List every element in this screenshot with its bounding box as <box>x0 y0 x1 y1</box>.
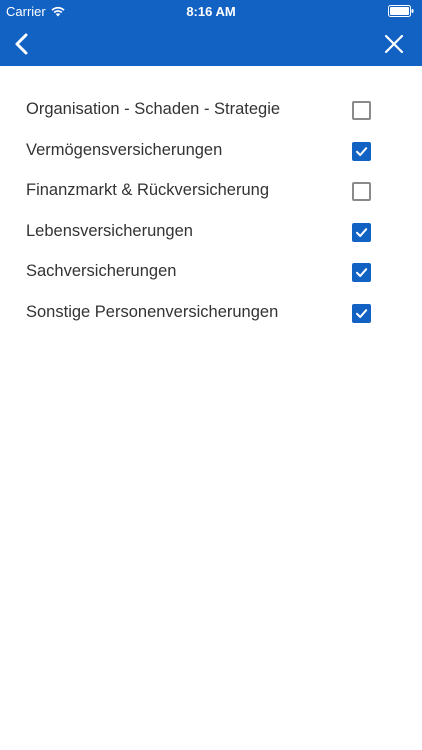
close-icon <box>384 34 404 54</box>
category-label: Finanzmarkt & Rückversicherung <box>26 181 270 199</box>
status-bar: Carrier 8:16 AM <box>0 0 422 22</box>
category-label: Vermögensversicherungen <box>26 140 223 159</box>
category-checkbox[interactable] <box>352 222 371 242</box>
category-checkbox[interactable] <box>352 182 371 201</box>
chevron-left-icon <box>15 33 28 55</box>
back-button[interactable] <box>6 28 38 60</box>
battery-icon <box>388 5 414 17</box>
category-checkbox[interactable] <box>352 303 371 323</box>
status-time: 8:16 AM <box>186 4 236 19</box>
checkmark-icon <box>356 227 368 237</box>
checkmark-icon <box>356 146 368 156</box>
category-item-organisation[interactable]: Organisation - Schaden - Strategie <box>0 90 422 131</box>
category-checkbox[interactable] <box>352 263 371 282</box>
category-item-finanzmarkt[interactable]: Finanzmarkt & Rückversicherung <box>0 171 422 212</box>
checkmark-icon <box>356 308 368 318</box>
category-label: Lebensversicherungen <box>26 221 193 240</box>
category-label: Organisation - Schaden - Strategie <box>26 100 281 118</box>
category-checkbox[interactable] <box>352 141 371 161</box>
category-item-personenversicherungen[interactable]: Sonstige Personenversicherungen <box>0 293 422 334</box>
category-item-vermoegensversicherungen[interactable]: Vermögensversicherungen <box>0 131 422 172</box>
category-label: Sonstige Personenversicherungen <box>26 302 279 321</box>
category-item-lebensversicherungen[interactable]: Lebensversicherungen <box>0 212 422 253</box>
category-item-sachversicherungen[interactable]: Sachversicherungen <box>0 252 422 293</box>
close-button[interactable] <box>378 28 410 60</box>
navigation-bar <box>0 22 422 66</box>
category-checkbox[interactable] <box>352 101 371 120</box>
category-filter-list: Organisation - Schaden - Strategie Vermö… <box>0 90 422 333</box>
checkmark-icon <box>356 268 368 277</box>
category-label: Sachversicherungen <box>26 262 177 280</box>
